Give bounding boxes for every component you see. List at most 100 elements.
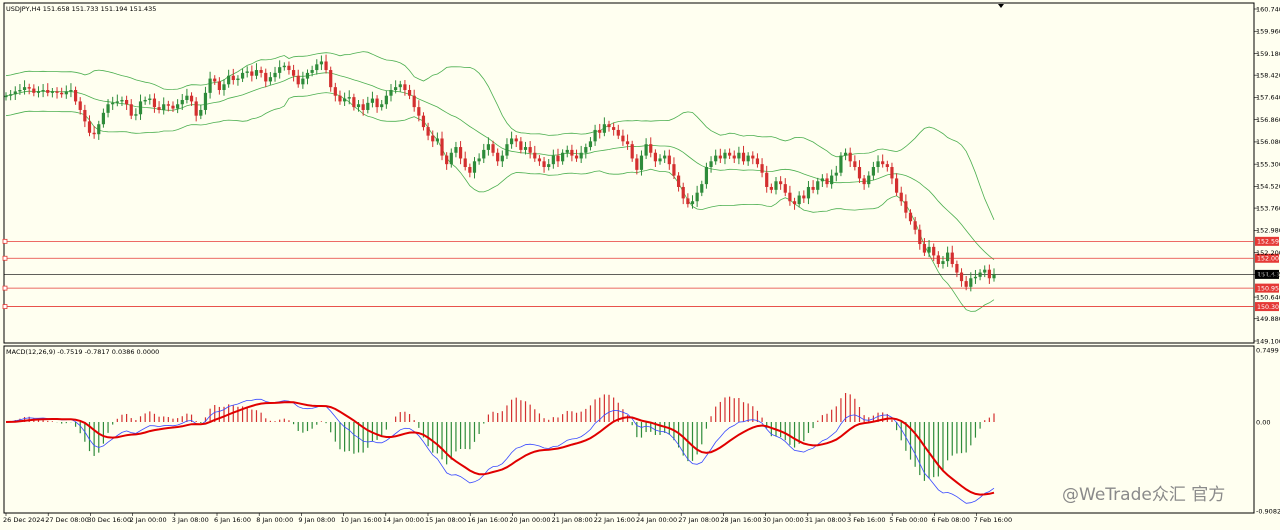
candle <box>542 157 546 173</box>
candle <box>273 66 277 82</box>
candle <box>46 83 50 97</box>
candle <box>658 154 662 165</box>
candle <box>22 80 27 95</box>
candle <box>412 89 416 112</box>
candle <box>347 90 351 105</box>
time-tick-label: 30 Dec 16:00 <box>87 516 131 524</box>
candle <box>765 165 769 193</box>
time-tick-label: 16 Jan 16:00 <box>467 516 508 524</box>
candle <box>806 180 811 205</box>
candle <box>635 154 639 175</box>
candle <box>375 95 379 113</box>
candle <box>867 171 871 188</box>
time-tick-label: 28 Jan 16:00 <box>720 516 761 524</box>
candle <box>78 97 82 115</box>
candle <box>602 117 606 137</box>
candle <box>779 176 783 190</box>
time-tick-label: 27 Jan 08:00 <box>678 516 719 524</box>
candle <box>36 86 41 98</box>
candle <box>166 100 170 112</box>
candle <box>240 68 245 83</box>
candle <box>547 159 551 171</box>
macd-indicator <box>5 393 995 504</box>
candle <box>134 108 138 121</box>
candle <box>148 94 152 105</box>
price-tick-label: 158.420 <box>1256 71 1280 79</box>
level-price-label: 152.594 <box>1257 239 1280 246</box>
candle <box>584 143 588 159</box>
shift-marker-icon[interactable] <box>998 4 1004 8</box>
candle <box>60 87 64 98</box>
candle <box>194 97 198 122</box>
candle <box>389 84 393 102</box>
price-tick-label: 156.860 <box>1256 116 1280 124</box>
candle <box>848 147 852 168</box>
time-tick-label: 8 Jan 00:00 <box>256 516 293 524</box>
candle <box>324 54 328 74</box>
level-handle[interactable] <box>2 304 8 309</box>
time-tick-label: 31 Jan 08:00 <box>805 516 846 524</box>
chart-canvas[interactable]: 152.594152.001150.954150.307151.435 160.… <box>0 0 1280 530</box>
macd-tick-label: 0.00 <box>1256 418 1270 426</box>
candle <box>811 180 815 194</box>
candle <box>384 90 388 109</box>
macd-tick-label: -0.9082 <box>1256 507 1280 515</box>
candle <box>176 99 180 114</box>
candle <box>199 104 203 120</box>
candle <box>612 122 616 136</box>
price-tick-label: 156.080 <box>1256 138 1280 146</box>
time-tick-label: 20 Jan 00:00 <box>509 516 550 524</box>
candle <box>686 193 690 208</box>
candle <box>732 150 736 164</box>
price-tick-label: 160.740 <box>1256 5 1280 13</box>
candle <box>723 149 727 165</box>
candle <box>649 137 653 158</box>
chart-window[interactable]: 152.594152.001150.954150.307151.435 160.… <box>0 0 1280 530</box>
bollinger-bands <box>5 51 995 312</box>
candle <box>496 148 500 166</box>
candle <box>477 153 481 165</box>
candle <box>463 151 467 171</box>
candle <box>714 149 718 165</box>
candle <box>797 191 801 208</box>
candle <box>927 240 931 258</box>
time-tick-label: 26 Dec 2024 <box>3 516 45 524</box>
candle <box>816 177 820 195</box>
candle <box>537 155 542 166</box>
price-tick-label: 154.520 <box>1256 183 1280 191</box>
candle <box>208 71 212 99</box>
candle <box>245 66 249 78</box>
candle <box>254 63 259 80</box>
candle <box>561 149 565 165</box>
candle <box>788 185 792 206</box>
level-handle[interactable] <box>2 285 8 291</box>
level-handle[interactable] <box>2 255 8 261</box>
candle <box>704 162 709 189</box>
candle <box>398 80 402 92</box>
candle <box>737 146 741 165</box>
candle <box>55 87 59 99</box>
price-tick-label: 152.200 <box>1256 249 1280 257</box>
price-tick-label: 151.435 <box>1256 271 1280 279</box>
candle <box>667 149 671 170</box>
time-tick-label: 3 Feb 16:00 <box>847 516 886 524</box>
level-handle[interactable] <box>2 238 8 244</box>
candle <box>356 99 361 112</box>
candle <box>946 246 950 267</box>
price-tick-label: 159.180 <box>1256 50 1280 58</box>
candle <box>783 178 787 197</box>
candle <box>259 66 263 78</box>
candle <box>282 62 286 71</box>
candle <box>904 194 908 219</box>
candle <box>871 161 875 181</box>
candle <box>222 79 226 96</box>
candle <box>468 163 472 178</box>
candle <box>695 185 699 207</box>
price-tick-label: 152.980 <box>1256 227 1280 235</box>
candle <box>830 169 834 189</box>
time-tick-label: 10 Jan 16:00 <box>341 516 382 524</box>
horizontal-levels[interactable]: 152.594152.001150.954150.307151.435 <box>2 236 1280 312</box>
candle <box>236 75 240 86</box>
candles <box>4 54 996 292</box>
time-tick-label: 14 Jan 00:00 <box>383 516 424 524</box>
